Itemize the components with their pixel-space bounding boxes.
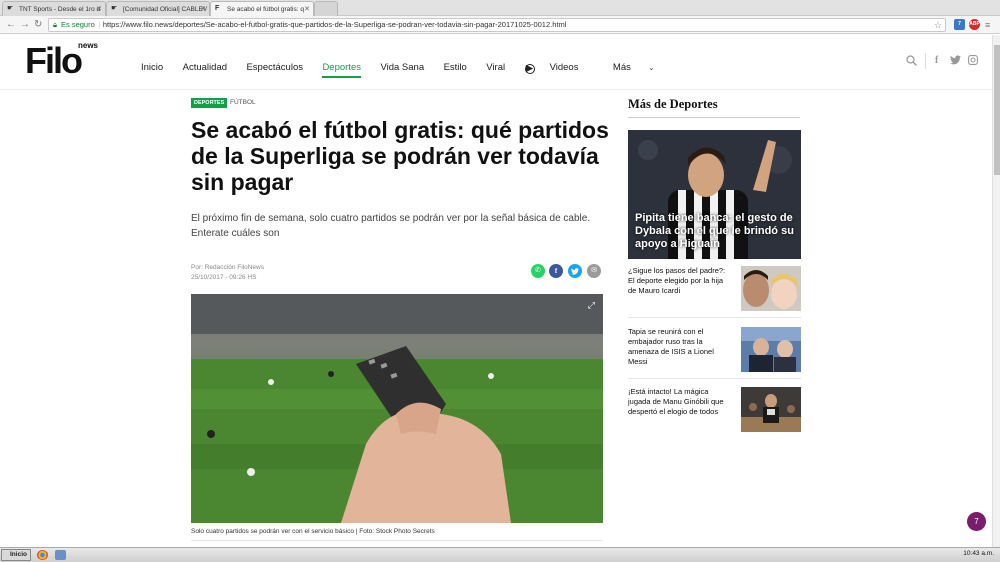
adblock-icon[interactable]: ABP: [969, 19, 980, 30]
site-logo[interactable]: Filo: [25, 43, 83, 79]
article-hero-image[interactable]: ⤢: [191, 294, 603, 523]
sidebar-divider: [628, 117, 800, 118]
page-scrollbar[interactable]: [992, 35, 1000, 547]
new-tab-button[interactable]: [314, 1, 338, 16]
start-label: Inicio: [10, 551, 27, 558]
tab-close-icon[interactable]: ✕: [304, 2, 310, 16]
instagram-icon[interactable]: [968, 55, 978, 68]
sidebar-title: Más de Deportes: [628, 97, 718, 111]
feature-title: Pipita tiene banca: el gesto de Dybala c…: [635, 212, 794, 250]
lock-icon: 🔒︎: [53, 20, 57, 29]
tab-favicon-icon: ☛: [7, 5, 14, 12]
sidebar-item-divider: [628, 378, 801, 379]
forward-arrow-icon[interactable]: →: [20, 18, 30, 32]
caption-divider: [191, 540, 603, 541]
sidebar-item-title: ¿Sigue los pasos del padre?: El deporte …: [628, 266, 726, 295]
start-button[interactable]: Inicio: [1, 549, 31, 561]
bookmark-star-icon[interactable]: ☆: [934, 19, 942, 31]
sidebar-item-thumbnail: [741, 387, 801, 432]
facebook-icon[interactable]: f: [549, 264, 563, 278]
publish-date: 25/10/2017 - 09:26 HS: [191, 274, 257, 281]
sub-section-label[interactable]: FÚTBOL: [230, 99, 256, 106]
nav-item-estilo[interactable]: Estilo: [444, 62, 467, 73]
browser-tab-bar: ☛ TNT Sports - Desde el 1ro d ✕ ☛ [Comun…: [0, 0, 1000, 16]
scrollbar-thumb[interactable]: [994, 45, 1000, 175]
sidebar-item-thumbnail: [741, 327, 801, 372]
nav-item-viral[interactable]: Viral: [486, 62, 505, 73]
browser-tab[interactable]: ☛ [Comunidad Oficial] CABLEV ✕: [106, 1, 210, 16]
header-divider: [925, 53, 926, 69]
sidebar-feature[interactable]: Pipita tiene banca: el gesto de Dybala c…: [628, 130, 801, 259]
reload-icon[interactable]: ↻: [34, 18, 42, 32]
chrome-icon[interactable]: [37, 550, 48, 560]
taskbar-clock: 10:43 a.m.: [963, 550, 994, 557]
tab-title: TNT Sports - Desde el 1ro d: [19, 6, 101, 13]
sidebar-item-thumbnail: [741, 266, 801, 311]
twitter-icon[interactable]: [950, 55, 961, 68]
url-input[interactable]: 🔒︎ Es seguro | https://www.filo.news/depor…: [48, 18, 946, 32]
image-caption: Solo cuatro partidos se podrán ver con e…: [191, 528, 435, 535]
section-badge[interactable]: DEPORTES: [191, 98, 228, 108]
search-icon[interactable]: [906, 55, 917, 69]
expand-icon[interactable]: ⤢: [588, 300, 595, 311]
browser-tab[interactable]: ☛ TNT Sports - Desde el 1ro d ✕: [2, 1, 106, 16]
address-bar: ← → ↻ 🔒︎ Es seguro | https://www.filo.news…: [0, 16, 1000, 34]
browser-menu-icon[interactable]: ≡: [985, 18, 990, 32]
article-headline: Se acabó el fútbol gratis: qué partidos …: [191, 117, 609, 195]
nav-item-inicio[interactable]: Inicio: [141, 62, 163, 73]
nav-item-mas-label: Más: [612, 62, 631, 73]
nav-item-actualidad[interactable]: Actualidad: [183, 62, 227, 73]
tab-title: [Comunidad Oficial] CABLEV: [123, 6, 208, 13]
tab-favicon-icon: ☛: [111, 5, 118, 12]
byline: Por: Redacción FiloNews 25/10/2017 - 09:…: [191, 263, 264, 283]
browser-tab-active[interactable]: F Se acabó el fútbol gratis: q ✕: [210, 1, 314, 16]
secure-label: Es seguro: [61, 20, 95, 29]
whatsapp-icon[interactable]: ✆: [531, 264, 545, 278]
nav-item-videos-label: Videos: [549, 62, 579, 73]
tab-title: Se acabó el fútbol gratis: q: [227, 6, 304, 13]
tab-favicon-icon: F: [215, 5, 220, 12]
tv-remote-photo: [191, 294, 603, 523]
site-header: Filo news Inicio Actualidad Espectáculos…: [0, 35, 1000, 90]
tab-close-icon[interactable]: ✕: [96, 2, 102, 16]
sidebar-item-title: Tapia se reunirá con el embajador ruso t…: [628, 327, 714, 366]
sidebar-item-title: ¡Está intacto! La mágica jugada de Manu …: [628, 387, 724, 416]
window-icon[interactable]: [55, 550, 66, 560]
site-logo-sub: news: [78, 41, 99, 50]
nav-item-mas[interactable]: Más ⌄: [613, 62, 669, 73]
back-arrow-icon[interactable]: ←: [6, 18, 16, 32]
url-text: https://www.filo.news/deportes/Se-acabo-…: [102, 20, 567, 29]
facebook-icon[interactable]: f: [935, 55, 938, 66]
play-icon: ▶: [524, 63, 535, 74]
article-subtitle: El próximo fin de semana, solo cuatro pa…: [191, 213, 591, 239]
email-icon[interactable]: ✉: [587, 264, 601, 278]
notification-badge[interactable]: 7: [967, 512, 986, 531]
chevron-down-icon: ⌄: [648, 65, 655, 72]
tab-close-icon[interactable]: ✕: [200, 2, 206, 16]
author: Por: Redacción FiloNews: [191, 264, 264, 271]
extension-badge-icon[interactable]: 7: [954, 19, 965, 30]
main-nav: Inicio Actualidad Espectáculos Deportes …: [141, 57, 684, 78]
sidebar-item-divider: [628, 317, 801, 318]
nav-item-vida-sana[interactable]: Vida Sana: [380, 62, 424, 73]
nav-item-espectaculos[interactable]: Espectáculos: [246, 62, 303, 73]
nav-item-videos[interactable]: ▶ Videos: [524, 62, 594, 74]
nav-item-deportes[interactable]: Deportes: [322, 62, 361, 78]
os-taskbar: Inicio 10:43 a.m.: [0, 547, 1000, 562]
twitter-icon[interactable]: [568, 264, 582, 278]
